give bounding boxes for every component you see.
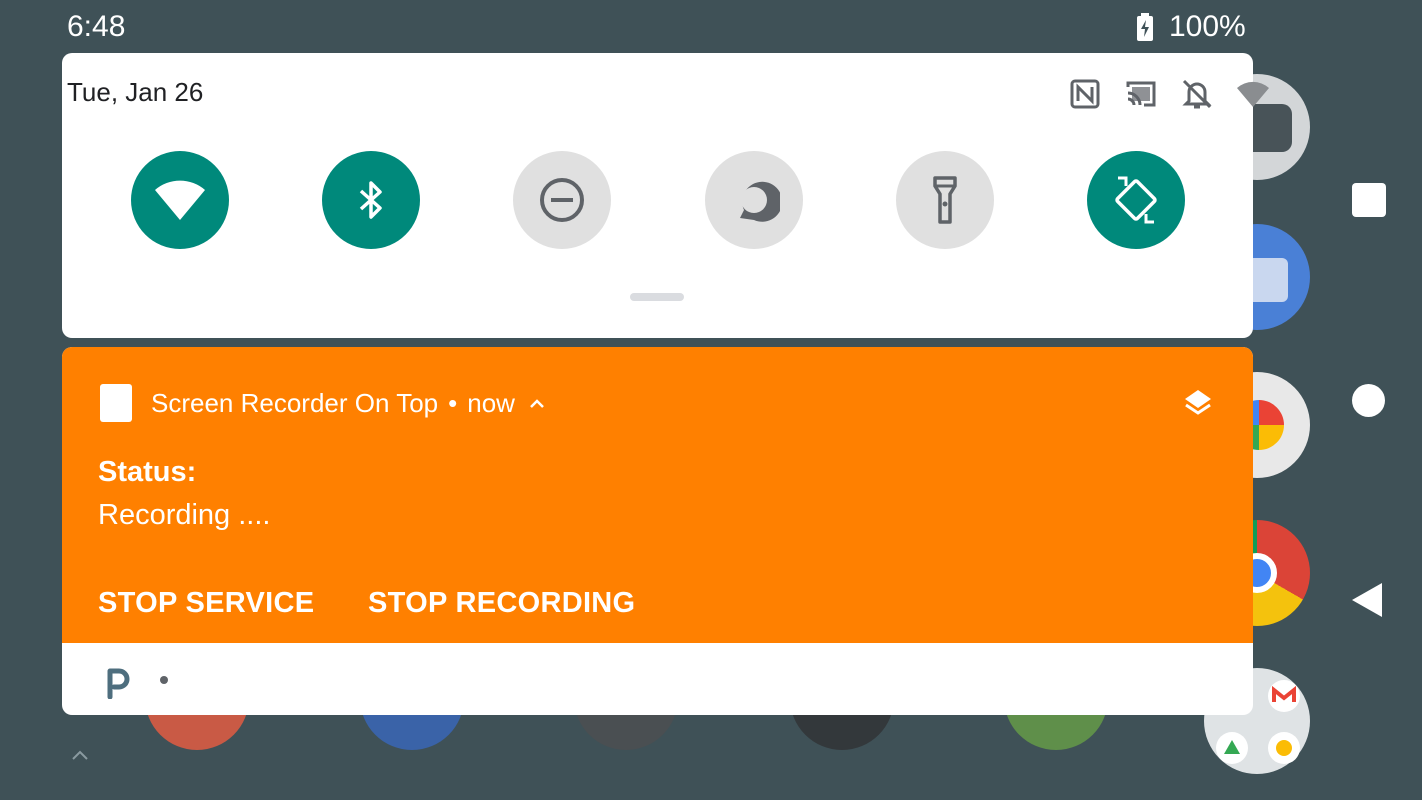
nfc-icon	[1068, 77, 1102, 111]
do-not-disturb-icon	[540, 178, 584, 222]
auto-rotate-tile[interactable]	[1087, 151, 1185, 249]
auto-rotate-icon	[1115, 176, 1157, 224]
notification-body: Screen Recorder On Top • now Status: Rec…	[62, 347, 1253, 643]
app-drawer-arrow-icon	[72, 750, 88, 760]
alexa-icon	[740, 181, 780, 222]
qs-expand-handle[interactable]	[630, 293, 684, 301]
header-separator: •	[448, 388, 458, 418]
notifications-off-icon	[1180, 77, 1214, 111]
recent-apps-icon[interactable]	[1352, 183, 1386, 217]
app-icon	[100, 384, 132, 422]
stop-recording-button[interactable]: STOP RECORDING	[368, 587, 635, 620]
wifi-signal-icon	[1236, 77, 1270, 111]
notification-header[interactable]: Screen Recorder On Top • now	[151, 388, 547, 419]
flashlight-tile[interactable]	[896, 151, 994, 249]
battery-percent: 100%	[1169, 10, 1246, 43]
status-bar: 6:48 100%	[0, 0, 1422, 52]
notification-app-name: Screen Recorder On Top	[151, 388, 439, 418]
layers-icon[interactable]	[1182, 387, 1214, 419]
p-app-icon[interactable]	[104, 665, 132, 699]
notification-title: Status:	[98, 456, 197, 488]
flashlight-icon	[933, 176, 957, 224]
qs-date[interactable]: Tue, Jan 26	[67, 77, 203, 108]
back-icon[interactable]	[1350, 581, 1384, 619]
battery-charging-icon	[1137, 13, 1153, 41]
wifi-icon	[155, 180, 205, 220]
notification-time: now	[467, 388, 515, 418]
cast-icon	[1124, 77, 1158, 111]
notification-text: Recording ....	[98, 499, 271, 531]
qs-status-icons	[1068, 77, 1270, 111]
home-icon[interactable]	[1352, 384, 1385, 417]
do-not-disturb-tile[interactable]	[513, 151, 611, 249]
alexa-tile[interactable]	[705, 151, 803, 249]
stop-service-button[interactable]: STOP SERVICE	[98, 587, 314, 620]
chevron-up-icon[interactable]	[527, 394, 547, 414]
wifi-tile[interactable]	[131, 151, 229, 249]
bluetooth-icon	[359, 181, 382, 219]
status-time: 6:48	[67, 10, 126, 43]
more-notifications-dot	[160, 676, 168, 684]
notification-card[interactable]: Screen Recorder On Top • now Status: Rec…	[62, 347, 1253, 715]
bluetooth-tile[interactable]	[322, 151, 420, 249]
quick-settings-panel: Tue, Jan 26	[62, 53, 1269, 338]
